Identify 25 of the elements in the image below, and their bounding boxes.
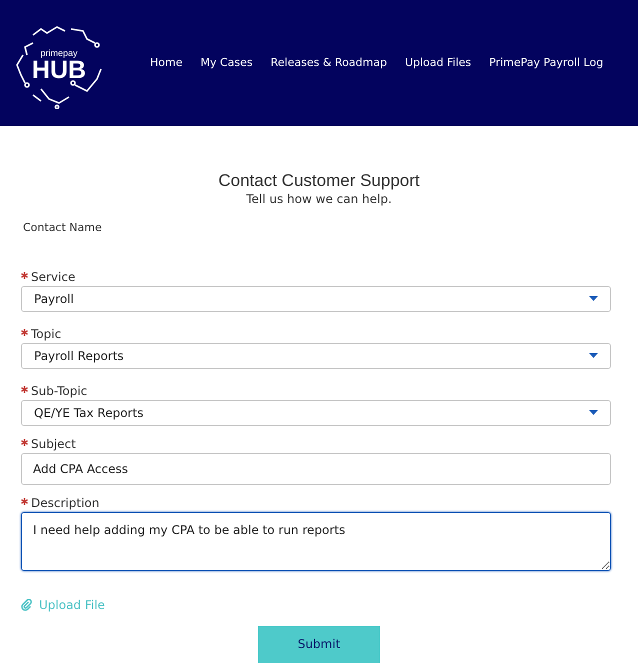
nav-link[interactable]: My Cases — [200, 54, 253, 72]
dropdown-caret-icon — [589, 353, 598, 358]
submit-button[interactable]: Submit — [258, 626, 380, 663]
subject-input[interactable]: Add CPA Access — [21, 452, 611, 485]
form-subtitle: Tell us how we can help. — [245, 192, 393, 208]
nav-link[interactable]: PrimePay Payroll Log — [489, 54, 604, 72]
field-label: Description — [31, 494, 100, 512]
dropdown-field[interactable]: QE/YE Tax Reports — [21, 400, 611, 426]
paperclip-icon — [21, 598, 33, 611]
form-title: Contact Customer Support — [217, 170, 421, 192]
description-textarea[interactable]: I need help adding my CPA to be able to run reports — [21, 512, 611, 571]
dropdown-field[interactable]: Payroll — [21, 286, 611, 312]
contact-name-label: Contact Name — [23, 220, 103, 236]
field-label: Service — [31, 268, 76, 286]
logo-brand: primepay — [40, 49, 78, 58]
nav-link[interactable]: Releases & Roadmap — [270, 54, 387, 72]
field-label: Topic — [31, 326, 62, 343]
dropdown-caret-icon — [589, 410, 598, 416]
field-label: Sub-Topic — [31, 382, 88, 400]
nav-link[interactable]: Home — [150, 54, 182, 72]
dropdown-field[interactable]: Payroll Reports — [21, 342, 611, 369]
dropdown-caret-icon — [589, 296, 598, 302]
nav-link[interactable]: Upload Files — [404, 54, 472, 72]
logo-title: HUB — [32, 58, 86, 83]
field-label: Subject — [31, 436, 76, 453]
